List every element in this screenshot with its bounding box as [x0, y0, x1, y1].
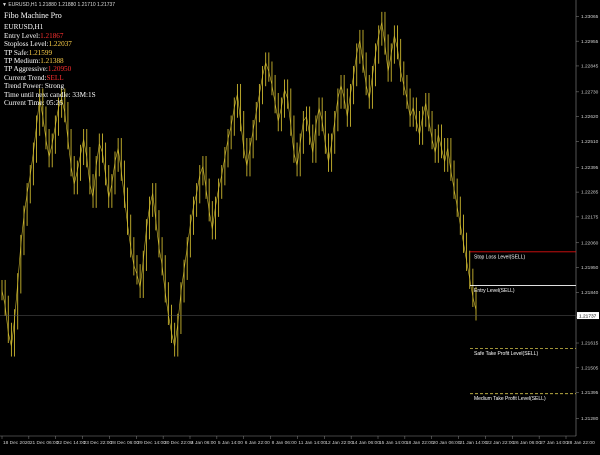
panel-row-value: 1.21599 — [28, 48, 53, 57]
panel-row: Trend Power: Strong — [4, 82, 96, 90]
panel-row-label: Trend Power: Strong — [4, 82, 65, 91]
panel-heading: Fibo Machine Pro — [4, 11, 62, 20]
fibo-machine-panel: Fibo Machine Pro EURUSD,H1 Entry Level:1.… — [4, 11, 96, 107]
panel-row-value: 1.21867 — [40, 31, 64, 40]
price-tick-label: 1.22730 — [581, 89, 599, 95]
price-tick-label: 1.22060 — [581, 240, 599, 246]
price-tick-label: 1.21505 — [581, 365, 599, 371]
panel-row: Time until next candle: 33M:1S — [4, 91, 96, 99]
panel-row-label: TP Safe: — [4, 48, 29, 57]
panel-row: TP Medium:1.21388 — [4, 57, 96, 65]
time-tick-label: 20 Jan 06:00 — [433, 440, 461, 446]
panel-row-value: SELL — [46, 73, 64, 82]
time-tick-label: 28 Dec 06:00 — [110, 440, 139, 446]
panel-row-label: Current Time: 05:26 — [4, 99, 63, 108]
price-tick-label: 1.23065 — [581, 14, 599, 20]
level-label: Medium Take Profit Level(SELL) — [474, 396, 546, 402]
panel-row-label: Entry Level: — [4, 31, 41, 40]
level-label: Safe Take Profit Level(SELL) — [474, 351, 538, 357]
time-tick-label: 14 Jan 06:00 — [352, 440, 380, 446]
time-tick-label: 30 Dec 22:00 — [164, 440, 193, 446]
time-tick-label: 5 Jan 14:00 — [218, 440, 243, 446]
time-tick-label: 12 Jan 22:00 — [325, 440, 353, 446]
time-tick-label: 18 Dec 2020 — [3, 440, 31, 446]
price-tick-label: 1.21950 — [581, 265, 599, 271]
panel-row: EURUSD,H1 — [4, 23, 96, 31]
price-tick-label: 1.21615 — [581, 341, 599, 347]
price-tick-label: 1.22620 — [581, 114, 599, 120]
panel-row: Current Trend:SELL — [4, 74, 96, 82]
time-tick-label: 4 Jan 06:00 — [191, 440, 216, 446]
time-tick-label: 6 Jan 22:00 — [245, 440, 270, 446]
time-tick-label: 26 Jan 06:00 — [513, 440, 541, 446]
panel-row-label: Time until next candle: 33M:1S — [4, 90, 96, 99]
price-tick-label: 1.22845 — [581, 64, 599, 70]
time-tick-label: 18 Jan 22:00 — [406, 440, 434, 446]
price-tick-label: 1.22955 — [581, 39, 599, 45]
panel-row: Entry Level:1.21867 — [4, 32, 96, 40]
price-tick-label: 1.22395 — [581, 165, 599, 171]
time-tick-label: 23 Dec 22:00 — [84, 440, 113, 446]
chart-title: ▼ EURUSD,H1 1.21880 1.21880 1.21710 1.21… — [2, 2, 115, 8]
time-tick-label: 21 Jan 14:00 — [460, 440, 488, 446]
panel-row-value: 1.21388 — [40, 57, 64, 66]
panel-row: TP Safe:1.21599 — [4, 49, 96, 57]
current-price-label: 1.21737 — [579, 313, 597, 319]
price-tick-label: 1.22175 — [581, 214, 599, 220]
time-tick-label: 21 Dec 06:00 — [30, 440, 59, 446]
panel-row-value: 1.20950 — [47, 65, 72, 74]
panel-row-value: 1.22037 — [48, 40, 72, 49]
time-tick-label: 27 Jan 14:00 — [540, 440, 568, 446]
price-tick-label: 1.21840 — [581, 290, 599, 296]
panel-row: TP Aggressive:1.20950 — [4, 65, 96, 73]
panel-row-label: Stoploss Level: — [4, 40, 49, 49]
time-tick-label: 22 Dec 14:00 — [57, 440, 86, 446]
time-tick-label: 29 Dec 14:00 — [137, 440, 166, 446]
panel-row-label: TP Aggressive: — [4, 65, 48, 74]
price-tick-label: 1.21395 — [581, 390, 599, 396]
panel-row: Current Time: 05:26 — [4, 99, 96, 107]
time-tick-label: 11 Jan 14:00 — [298, 440, 326, 446]
dropdown-triangle-icon[interactable]: ▼ — [2, 2, 7, 8]
panel-row-label: EURUSD,H1 — [4, 23, 44, 32]
time-tick-label: 8 Jan 06:00 — [272, 440, 297, 446]
level-label: Entry Level(SELL) — [474, 288, 515, 294]
panel-rows: EURUSD,H1 Entry Level:1.21867 Stoploss Lev… — [4, 23, 96, 107]
price-tick-label: 1.21280 — [581, 416, 599, 422]
time-tick-label: 22 Jan 22:00 — [486, 440, 514, 446]
price-tick-label: 1.22285 — [581, 190, 599, 196]
price-tick-label: 1.22510 — [581, 139, 599, 145]
time-tick-label: 28 Jan 22:00 — [567, 440, 595, 446]
symbol-ohlc: EURUSD,H1 1.21880 1.21880 1.21710 1.2173… — [8, 2, 116, 8]
time-tick-label: 15 Jan 14:00 — [379, 440, 407, 446]
level-label: Stop Loss Level(SELL) — [474, 254, 525, 260]
panel-row-label: Current Trend: — [4, 73, 47, 82]
chart-window[interactable]: 1.23065 1.22955 1.22845 1.22730 1.22620 1.225… — [0, 0, 600, 450]
panel-row: Stoploss Level:1.22037 — [4, 40, 96, 48]
panel-row-label: TP Medium: — [4, 57, 41, 66]
